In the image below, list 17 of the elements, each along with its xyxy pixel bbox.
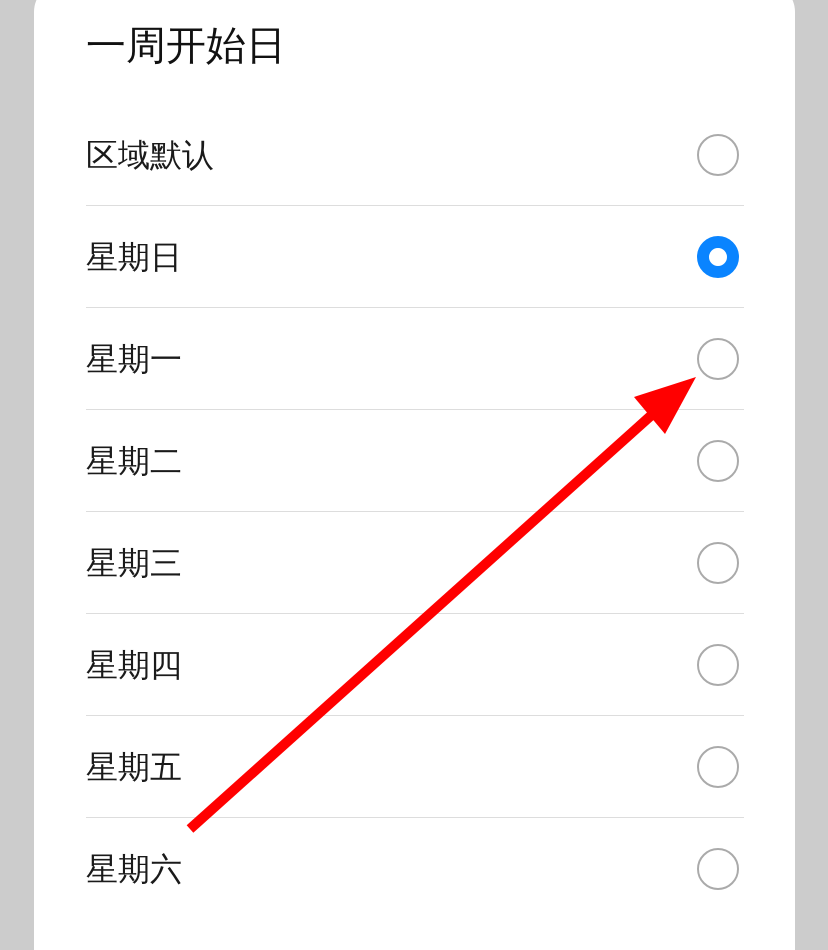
- dialog-title: 一周开始日: [86, 22, 286, 70]
- radio-button[interactable]: [697, 542, 739, 584]
- radio-button[interactable]: [697, 746, 739, 788]
- radio-button[interactable]: [697, 236, 739, 278]
- option-label: 星期四: [86, 644, 182, 684]
- option-label: 星期六: [86, 849, 182, 889]
- option-label: 星期五: [86, 746, 182, 786]
- radio-button[interactable]: [697, 134, 739, 176]
- radio-button[interactable]: [697, 440, 739, 482]
- radio-button[interactable]: [697, 848, 739, 890]
- radio-button[interactable]: [697, 644, 739, 686]
- option-label: 星期二: [86, 440, 182, 480]
- option-label: 星期三: [86, 542, 182, 582]
- radio-button[interactable]: [697, 338, 739, 380]
- option-label: 星期日: [86, 236, 182, 276]
- option-label: 区域默认: [86, 134, 214, 174]
- option-label: 星期一: [86, 338, 182, 378]
